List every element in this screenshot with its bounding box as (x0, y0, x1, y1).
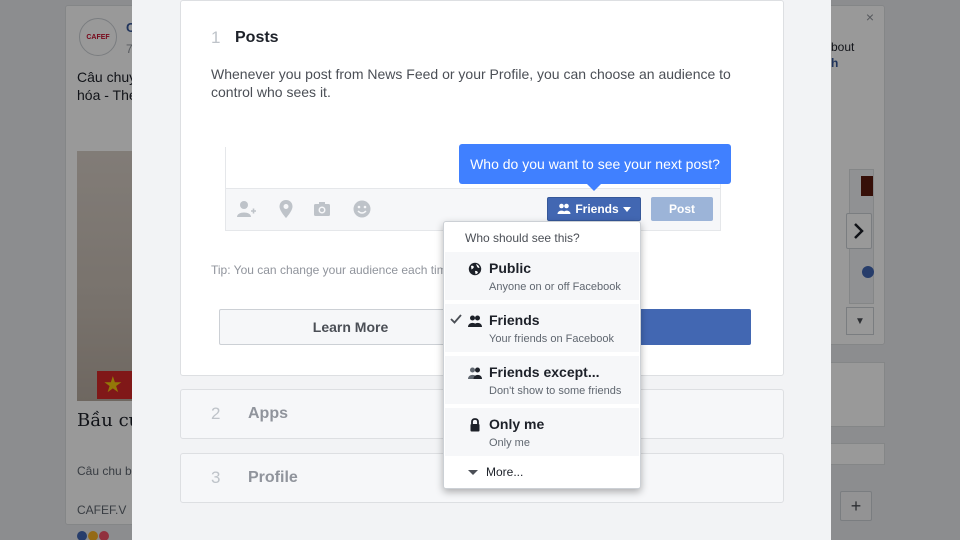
audience-more-label: More... (486, 465, 524, 479)
emoji-smile-icon[interactable] (352, 199, 372, 219)
caret-down-icon (622, 206, 631, 212)
section-number: 2 (211, 404, 221, 423)
globe-icon (468, 262, 482, 276)
audience-more-options[interactable]: More... (468, 465, 523, 479)
audience-option-public[interactable]: Public Anyone on or off Facebook (445, 252, 639, 300)
lock-icon (470, 418, 480, 432)
tag-friends-icon[interactable] (236, 199, 256, 219)
audience-option-label: Public (489, 260, 532, 276)
section-number: 1 (211, 28, 221, 47)
audience-option-label: Friends except... (489, 364, 600, 380)
section-title-profile: Profile (248, 469, 298, 486)
post-button[interactable]: Post (651, 197, 713, 221)
location-pin-icon[interactable] (276, 199, 296, 219)
friends-icon (557, 203, 571, 214)
section-title-posts: Posts (235, 29, 279, 46)
audience-option-description: Your friends on Facebook (489, 333, 614, 345)
audience-option-label: Friends (489, 312, 540, 328)
friends-except-icon (468, 367, 482, 379)
audience-option-description: Anyone on or off Facebook (489, 281, 621, 293)
audience-option-description: Only me (489, 437, 530, 449)
audience-option-friends[interactable]: Friends Your friends on Facebook (445, 304, 639, 352)
camera-icon[interactable] (312, 199, 332, 219)
audience-option-only-me[interactable]: Only me Only me (445, 408, 639, 456)
audience-tooltip: Who do you want to see your next post? (459, 144, 731, 191)
section-number: 3 (211, 468, 221, 487)
checkmark-icon (450, 314, 462, 324)
audience-option-friends-except[interactable]: Friends except... Don't show to some fri… (445, 356, 639, 404)
section-title-apps: Apps (248, 405, 288, 422)
audience-selector-label: Friends (575, 202, 619, 216)
tip-text: Tip: You can change your audience each t… (211, 263, 447, 277)
audience-option-description: Don't show to some friends (489, 385, 622, 397)
audience-dropdown-menu: Who should see this? Public Anyone on or… (443, 221, 641, 489)
friends-icon (468, 315, 482, 327)
audience-option-label: Only me (489, 416, 545, 432)
audience-menu-header: Who should see this? (465, 231, 580, 245)
posts-description: Whenever you post from News Feed or your… (211, 66, 731, 100)
caret-down-icon (468, 469, 478, 475)
audience-selector-button[interactable]: Friends (547, 197, 641, 221)
